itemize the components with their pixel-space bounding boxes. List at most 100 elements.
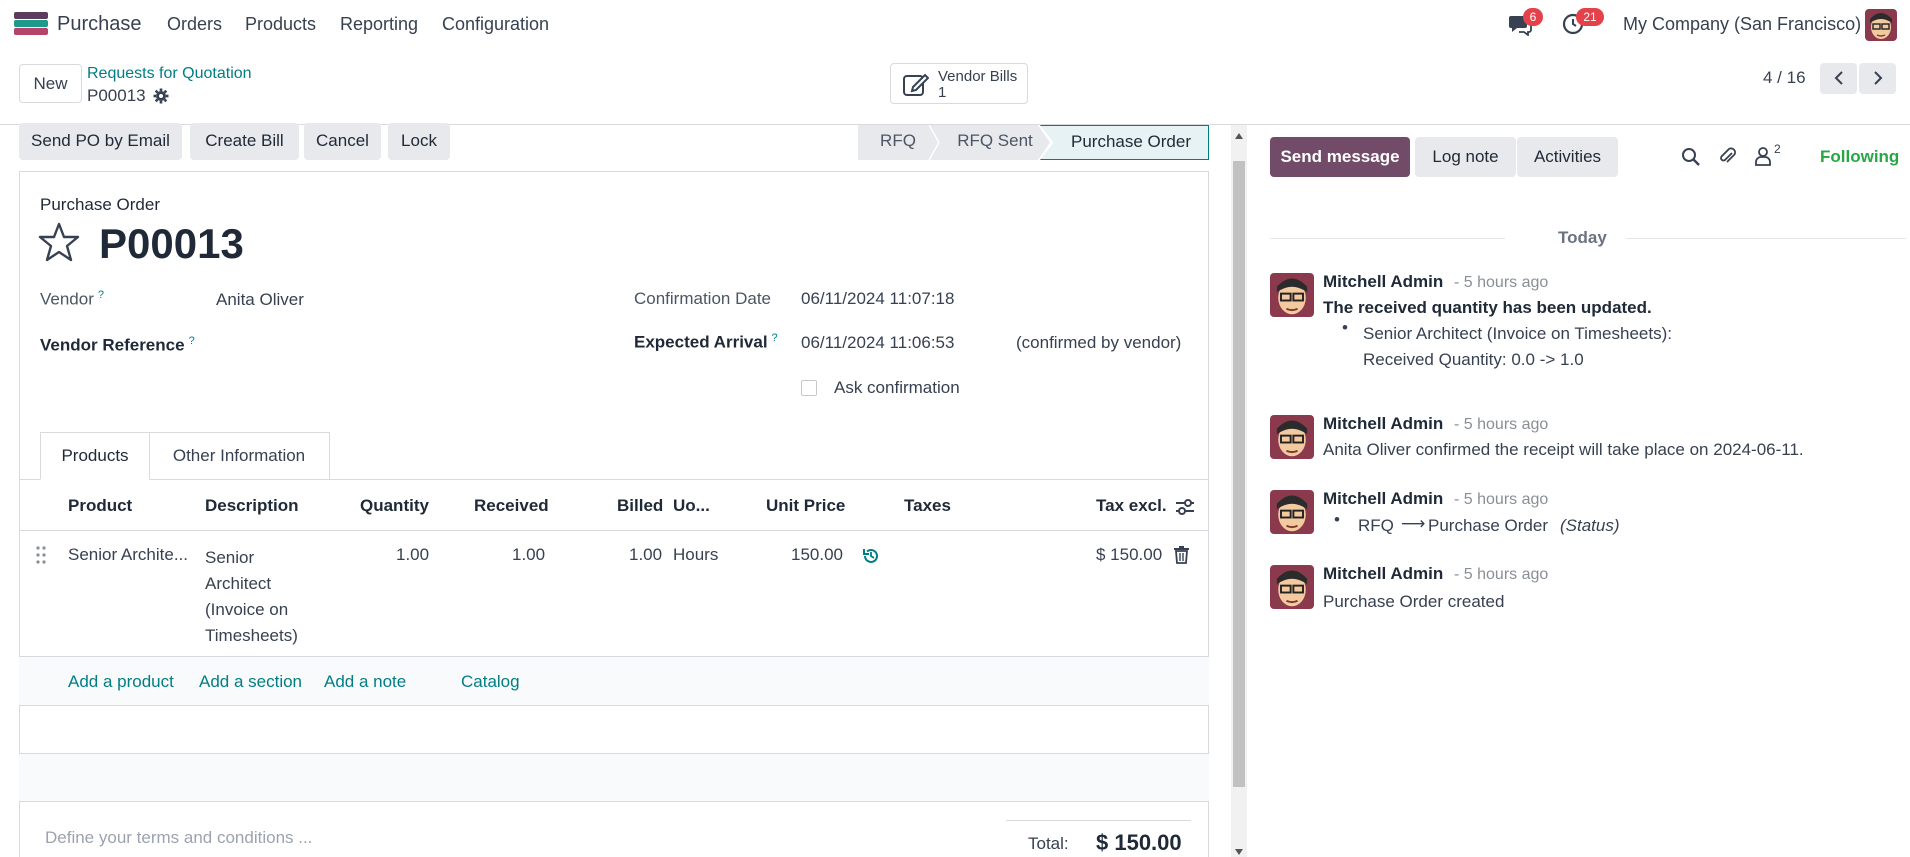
following-toggle[interactable]: Following xyxy=(1820,147,1899,167)
message-author[interactable]: Mitchell Admin xyxy=(1323,414,1443,434)
empty-row-2 xyxy=(19,753,1209,801)
pager-next-button[interactable] xyxy=(1859,63,1896,94)
column-tax-excl[interactable]: Tax excl. xyxy=(1096,496,1167,516)
table-row[interactable] xyxy=(19,531,1209,656)
line-received[interactable]: 1.00 xyxy=(512,545,545,565)
expected-arrival-label-text: Expected Arrival xyxy=(634,332,768,352)
tab-products[interactable]: Products xyxy=(40,432,150,480)
followers-icon[interactable] xyxy=(1754,146,1772,171)
gear-icon[interactable] xyxy=(153,88,169,109)
menu-orders[interactable]: Orders xyxy=(167,14,222,35)
optional-columns-toggle-icon[interactable] xyxy=(1175,498,1195,521)
line-uom[interactable]: Hours xyxy=(673,545,718,565)
avatar[interactable] xyxy=(1270,565,1314,609)
message-line: Received Quantity: 0.0 -> 1.0 xyxy=(1363,350,1584,369)
ask-confirmation-checkbox[interactable] xyxy=(801,380,817,396)
vendor-reference-help-icon[interactable]: ? xyxy=(189,335,195,347)
lock-button[interactable]: Lock xyxy=(388,123,450,160)
send-message-button[interactable]: Send message xyxy=(1270,137,1410,177)
expected-arrival-field[interactable]: 06/11/2024 11:06:53 xyxy=(801,333,954,353)
terms-conditions-input[interactable]: Define your terms and conditions ... xyxy=(45,828,312,848)
column-quantity[interactable]: Quantity xyxy=(360,496,429,516)
column-taxes[interactable]: Taxes xyxy=(904,496,951,516)
message-author[interactable]: Mitchell Admin xyxy=(1323,272,1443,292)
message-author[interactable]: Mitchell Admin xyxy=(1323,489,1443,509)
breadcrumb-current: P00013 xyxy=(87,86,146,105)
add-section-link[interactable]: Add a section xyxy=(199,672,302,692)
new-button[interactable]: New xyxy=(19,64,82,103)
app-name[interactable]: Purchase xyxy=(57,13,142,36)
menu-configuration[interactable]: Configuration xyxy=(442,14,549,35)
vendor-field[interactable]: Anita Oliver xyxy=(216,290,304,310)
send-po-email-button[interactable]: Send PO by Email xyxy=(19,123,182,160)
total-divider xyxy=(1006,820,1191,821)
vendor-reference-input[interactable] xyxy=(216,332,606,360)
control-panel: New Requests for Quotation P00013 Vendor… xyxy=(0,50,1910,125)
star-icon[interactable] xyxy=(38,222,80,267)
column-received[interactable]: Received xyxy=(474,496,549,516)
empty-row-divider-3 xyxy=(19,801,1209,802)
smart-button-title: Vendor Bills xyxy=(938,68,1018,85)
tabs-divider xyxy=(19,479,1209,480)
add-links-row xyxy=(19,657,1209,705)
stage-rfq-sent[interactable]: RFQ Sent xyxy=(930,125,1050,160)
user-avatar[interactable] xyxy=(1865,9,1897,41)
scroll-down-arrow-icon[interactable] xyxy=(1235,849,1243,855)
pager-previous-button[interactable] xyxy=(1820,63,1857,94)
avatar[interactable] xyxy=(1270,273,1314,317)
message-author[interactable]: Mitchell Admin xyxy=(1323,564,1443,584)
search-icon[interactable] xyxy=(1681,147,1701,172)
catalog-link[interactable]: Catalog xyxy=(461,672,520,692)
form-scrollbar[interactable] xyxy=(1231,125,1247,857)
stage-purchase-order[interactable]: Purchase Order xyxy=(1040,125,1209,160)
tracking-new-value[interactable]: Purchase Order xyxy=(1428,516,1548,536)
column-unit-price[interactable]: Unit Price xyxy=(766,496,845,516)
attachment-icon[interactable] xyxy=(1718,146,1738,171)
empty-row-divider-1 xyxy=(19,705,1209,706)
message-time: - 5 hours ago xyxy=(1454,416,1549,433)
vendor-bills-smart-button[interactable]: Vendor Bills 1 xyxy=(890,63,1028,104)
line-description[interactable]: Senior Architect (Invoice on Timesheets) xyxy=(205,545,298,649)
menu-reporting[interactable]: Reporting xyxy=(340,14,418,35)
app-logo-icon[interactable] xyxy=(14,12,48,36)
column-billed[interactable]: Billed xyxy=(617,496,663,516)
company-switcher[interactable]: My Company (San Francisco) xyxy=(1623,14,1861,35)
stage-rfq[interactable]: RFQ xyxy=(858,125,938,160)
line-description-2: Architect xyxy=(205,574,272,593)
confirmation-date-field[interactable]: 06/11/2024 11:07:18 xyxy=(801,289,954,309)
line-description-4: Timesheets) xyxy=(205,626,298,645)
line-unit-price[interactable]: 150.00 xyxy=(791,545,843,565)
add-product-link[interactable]: Add a product xyxy=(68,672,174,692)
scroll-up-arrow-icon[interactable] xyxy=(1235,133,1243,139)
create-bill-button[interactable]: Create Bill xyxy=(190,123,299,160)
breadcrumb-parent[interactable]: Requests for Quotation xyxy=(87,65,252,83)
add-note-link[interactable]: Add a note xyxy=(324,672,406,692)
avatar[interactable] xyxy=(1270,490,1314,534)
menu-products[interactable]: Products xyxy=(245,14,316,35)
scrollbar-thumb[interactable] xyxy=(1233,161,1245,787)
line-quantity[interactable]: 1.00 xyxy=(396,545,429,565)
pager-value[interactable]: 4 / 16 xyxy=(1763,68,1806,88)
total-label: Total: xyxy=(1028,834,1069,853)
tab-other-information[interactable]: Other Information xyxy=(149,432,330,479)
column-description[interactable]: Description xyxy=(205,496,299,516)
activities-button[interactable]: Activities xyxy=(1517,137,1618,177)
drag-handle-icon[interactable] xyxy=(36,546,46,569)
arrow-right-icon: ⟶ xyxy=(1401,514,1426,533)
column-product[interactable]: Product xyxy=(68,496,132,516)
activities-badge: 21 xyxy=(1576,8,1604,26)
cancel-button[interactable]: Cancel xyxy=(304,123,381,160)
vendor-label: Vendor? xyxy=(40,289,104,310)
ask-confirmation-label: Ask confirmation xyxy=(834,378,960,397)
avatar[interactable] xyxy=(1270,415,1314,459)
expected-arrival-help-icon[interactable]: ? xyxy=(772,332,778,344)
log-note-button[interactable]: Log note xyxy=(1415,137,1516,177)
followers-count: 2 xyxy=(1774,142,1781,156)
trash-icon[interactable] xyxy=(1174,546,1189,569)
vendor-help-icon[interactable]: ? xyxy=(98,289,104,301)
bullet-icon: • xyxy=(1334,510,1340,529)
history-icon[interactable] xyxy=(862,547,880,570)
message-body: Anita Oliver confirmed the receipt will … xyxy=(1323,440,1804,459)
column-uom[interactable]: Uo... xyxy=(673,496,710,516)
line-product[interactable]: Senior Archite... xyxy=(68,545,188,565)
